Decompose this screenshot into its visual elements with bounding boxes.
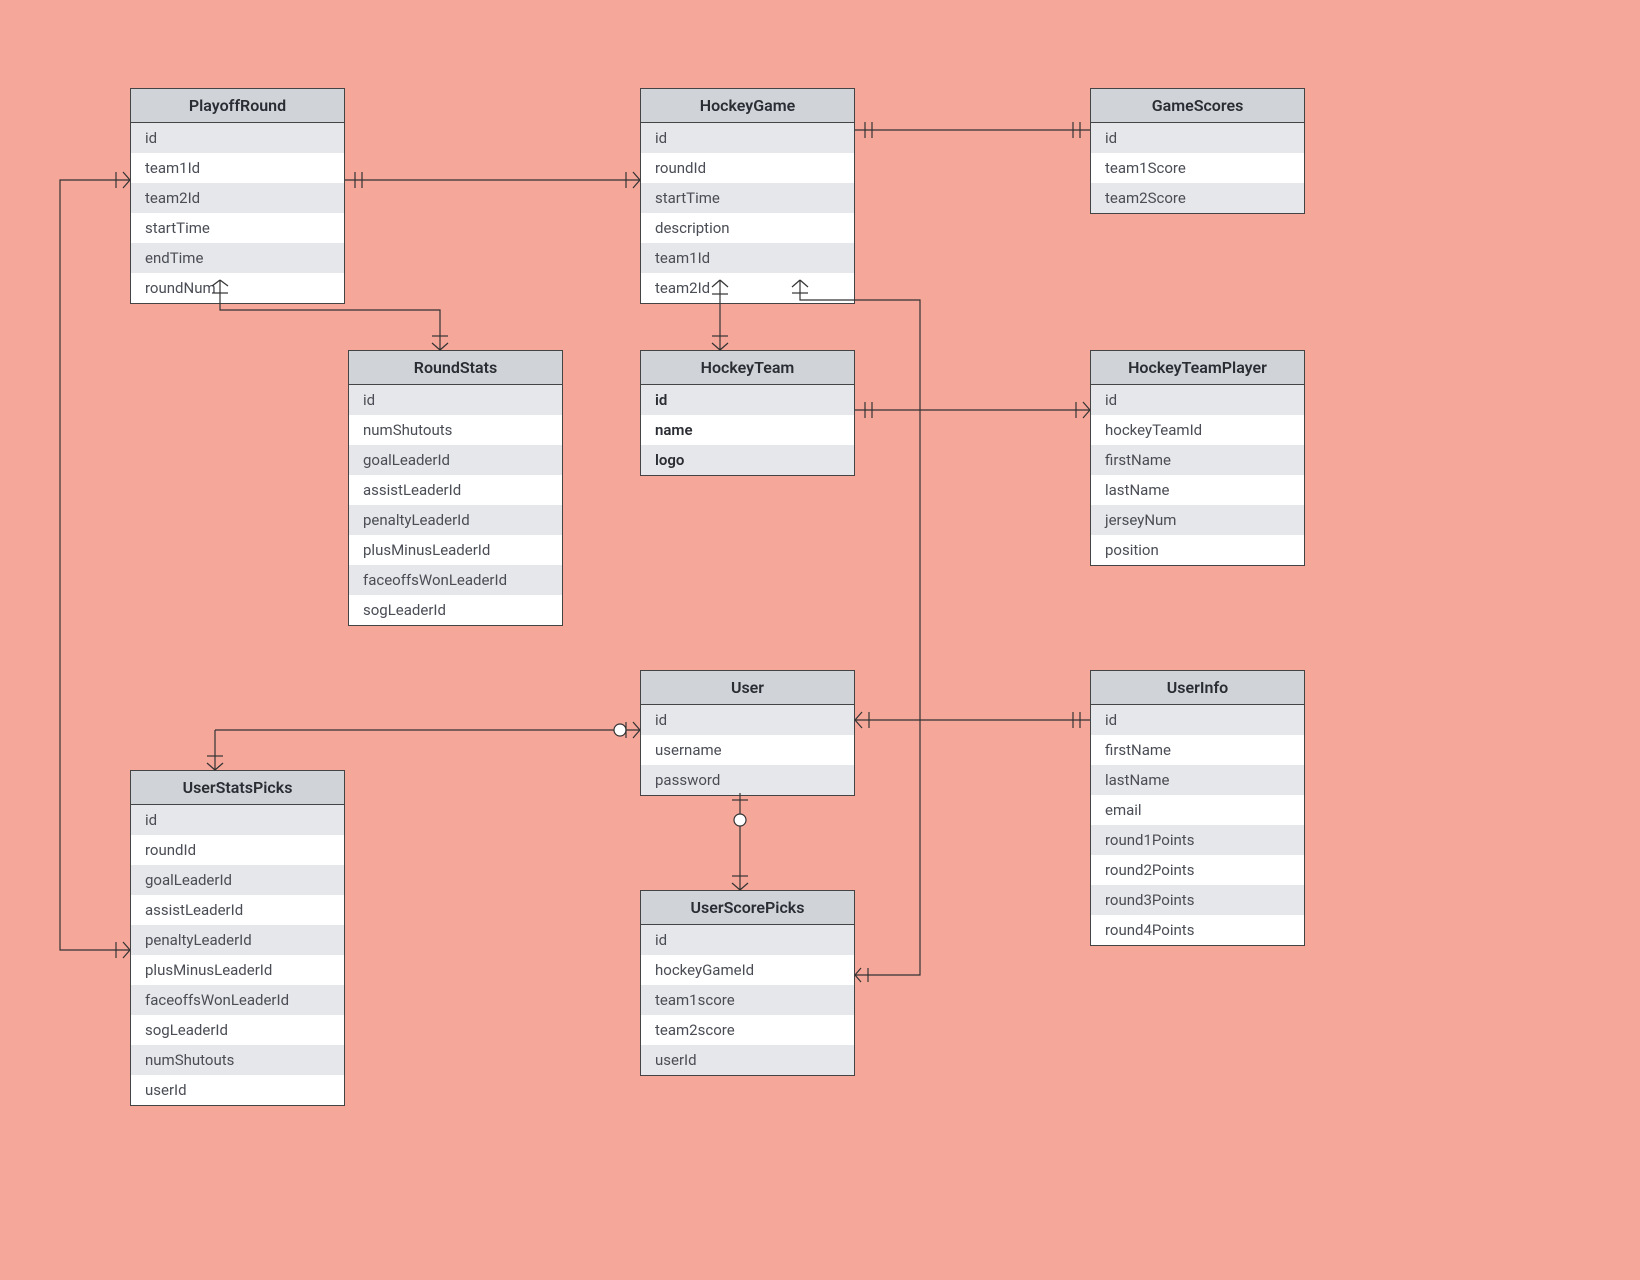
entity-field: hockeyGameId	[641, 955, 854, 985]
entity-field: id	[131, 123, 344, 153]
entity-header: HockeyGame	[641, 89, 854, 123]
entity-field: team2Id	[641, 273, 854, 303]
entity-field: sogLeaderId	[131, 1015, 344, 1045]
entity-field: id	[641, 385, 854, 415]
entity-field: faceoffsWonLeaderId	[131, 985, 344, 1015]
entity-fields: idusernamepassword	[641, 705, 854, 795]
entity-field: hockeyTeamId	[1091, 415, 1304, 445]
entity-field: plusMinusLeaderId	[349, 535, 562, 565]
entity-field: goalLeaderId	[131, 865, 344, 895]
entity-field: roundId	[131, 835, 344, 865]
entity-playoff-round: PlayoffRound idteam1Idteam2IdstartTimeen…	[130, 88, 345, 304]
entity-fields: idteam1Scoreteam2Score	[1091, 123, 1304, 213]
entity-hockey-team: HockeyTeam idnamelogo	[640, 350, 855, 476]
entity-field: id	[1091, 123, 1304, 153]
entity-header: HockeyTeamPlayer	[1091, 351, 1304, 385]
entity-field: round3Points	[1091, 885, 1304, 915]
entity-field: id	[641, 123, 854, 153]
entity-field: team2Score	[1091, 183, 1304, 213]
entity-header: GameScores	[1091, 89, 1304, 123]
entity-user-info: UserInfo idfirstNamelastNameemailround1P…	[1090, 670, 1305, 946]
entity-field: firstName	[1091, 735, 1304, 765]
entity-field: penaltyLeaderId	[131, 925, 344, 955]
entity-field: id	[641, 705, 854, 735]
entity-field: team1Score	[1091, 153, 1304, 183]
entity-fields: idnamelogo	[641, 385, 854, 475]
entity-fields: idfirstNamelastNameemailround1Pointsroun…	[1091, 705, 1304, 945]
entity-field: team1score	[641, 985, 854, 1015]
entity-field: username	[641, 735, 854, 765]
entity-field: userId	[131, 1075, 344, 1105]
entity-fields: idroundIdstartTimedescriptionteam1Idteam…	[641, 123, 854, 303]
entity-field: position	[1091, 535, 1304, 565]
entity-field: team1Id	[641, 243, 854, 273]
entity-field: lastName	[1091, 475, 1304, 505]
entity-field: id	[349, 385, 562, 415]
entity-field: lastName	[1091, 765, 1304, 795]
entity-field: jerseyNum	[1091, 505, 1304, 535]
entity-fields: idteam1Idteam2IdstartTimeendTimeroundNum	[131, 123, 344, 303]
entity-fields: idnumShutoutsgoalLeaderIdassistLeaderIdp…	[349, 385, 562, 625]
entity-fields: idhockeyTeamIdfirstNamelastNamejerseyNum…	[1091, 385, 1304, 565]
entity-field: name	[641, 415, 854, 445]
entity-field: round4Points	[1091, 915, 1304, 945]
entity-field: faceoffsWonLeaderId	[349, 565, 562, 595]
entity-field: id	[1091, 705, 1304, 735]
entity-header: UserScorePicks	[641, 891, 854, 925]
entity-field: plusMinusLeaderId	[131, 955, 344, 985]
entity-field: numShutouts	[131, 1045, 344, 1075]
entity-field: id	[641, 925, 854, 955]
entity-fields: idhockeyGameIdteam1scoreteam2scoreuserId	[641, 925, 854, 1075]
entity-user-stats-picks: UserStatsPicks idroundIdgoalLeaderIdassi…	[130, 770, 345, 1106]
entity-field: id	[131, 805, 344, 835]
entity-field: team2Id	[131, 183, 344, 213]
entity-header: UserStatsPicks	[131, 771, 344, 805]
entity-field: email	[1091, 795, 1304, 825]
entity-field: sogLeaderId	[349, 595, 562, 625]
entity-field: startTime	[641, 183, 854, 213]
entity-field: logo	[641, 445, 854, 475]
entity-header: HockeyTeam	[641, 351, 854, 385]
entity-field: team1Id	[131, 153, 344, 183]
entity-field: goalLeaderId	[349, 445, 562, 475]
entity-header: RoundStats	[349, 351, 562, 385]
entity-field: team2score	[641, 1015, 854, 1045]
entity-field: assistLeaderId	[131, 895, 344, 925]
entity-fields: idroundIdgoalLeaderIdassistLeaderIdpenal…	[131, 805, 344, 1105]
entity-field: round2Points	[1091, 855, 1304, 885]
entity-round-stats: RoundStats idnumShutoutsgoalLeaderIdassi…	[348, 350, 563, 626]
entity-header: UserInfo	[1091, 671, 1304, 705]
entity-game-scores: GameScores idteam1Scoreteam2Score	[1090, 88, 1305, 214]
entity-field: startTime	[131, 213, 344, 243]
entity-user: User idusernamepassword	[640, 670, 855, 796]
entity-field: endTime	[131, 243, 344, 273]
entity-field: password	[641, 765, 854, 795]
entity-header: User	[641, 671, 854, 705]
entity-field: penaltyLeaderId	[349, 505, 562, 535]
entity-field: numShutouts	[349, 415, 562, 445]
entity-hockey-game: HockeyGame idroundIdstartTimedescription…	[640, 88, 855, 304]
entity-field: description	[641, 213, 854, 243]
entity-field: assistLeaderId	[349, 475, 562, 505]
entity-field: firstName	[1091, 445, 1304, 475]
entity-field: roundId	[641, 153, 854, 183]
entity-field: roundNum	[131, 273, 344, 303]
entity-hockey-team-player: HockeyTeamPlayer idhockeyTeamIdfirstName…	[1090, 350, 1305, 566]
entity-header: PlayoffRound	[131, 89, 344, 123]
entity-field: userId	[641, 1045, 854, 1075]
entity-field: round1Points	[1091, 825, 1304, 855]
entity-user-score-picks: UserScorePicks idhockeyGameIdteam1scoret…	[640, 890, 855, 1076]
entity-field: id	[1091, 385, 1304, 415]
